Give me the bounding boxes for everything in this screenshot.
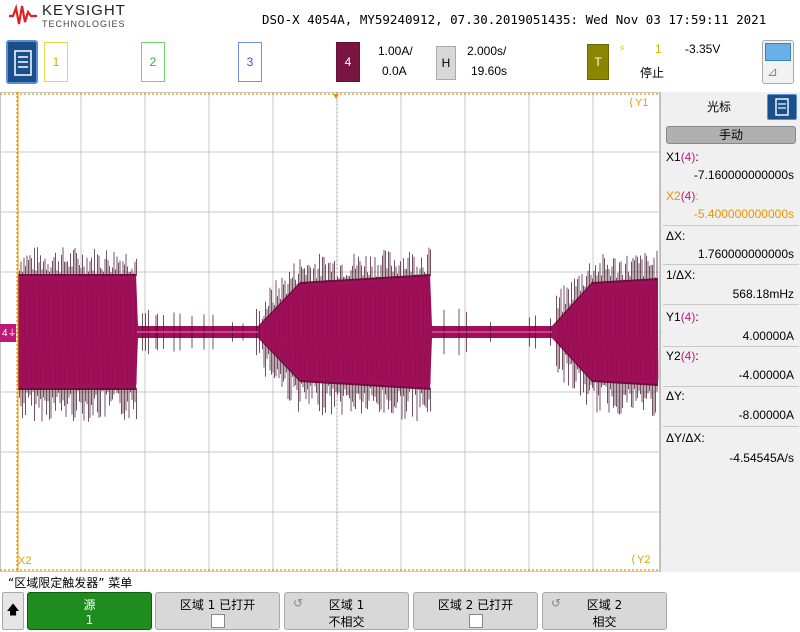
x2-label: X2(4): bbox=[666, 189, 699, 203]
up-arrow-icon: 🡅 bbox=[6, 603, 20, 618]
inv-dx-label: 1/ΔX: bbox=[666, 268, 696, 282]
menu-list-icon bbox=[14, 50, 32, 76]
panel-title: 光标 bbox=[706, 100, 731, 114]
inv-dx-value: 568.18mHz bbox=[732, 287, 794, 301]
trigger-edge-icon: ⸗ bbox=[620, 40, 624, 54]
panel-menu-button[interactable] bbox=[767, 94, 797, 120]
zone1-checkbox[interactable] bbox=[211, 614, 225, 628]
trigger-button[interactable]: T bbox=[587, 44, 609, 80]
instrument-title: DSO-X 4054A, MY59240912, 07.30.201905143… bbox=[262, 12, 767, 27]
softkey-value: 相交 bbox=[592, 615, 617, 629]
x2-marker: X2 bbox=[18, 555, 32, 567]
ch4-ground-marker[interactable]: 4⏚ bbox=[0, 324, 17, 342]
divider bbox=[663, 304, 799, 305]
x1-value: -7.160000000000s bbox=[693, 168, 794, 182]
horizontal-button[interactable]: H bbox=[436, 46, 456, 80]
softkey-value: 不相交 bbox=[328, 615, 365, 629]
trigger-level: -3.35V bbox=[685, 42, 721, 56]
divider bbox=[663, 386, 799, 387]
dx-value: 1.760000000000s bbox=[697, 247, 794, 261]
delta-icon: ⊿ bbox=[767, 65, 778, 80]
channel-4-button[interactable]: 4 bbox=[336, 42, 360, 82]
dydx-label: ΔY/ΔX: bbox=[666, 431, 705, 445]
ch4-waveform bbox=[17, 247, 659, 422]
dy-value: -8.00000A bbox=[738, 408, 794, 422]
horizontal-delay: 19.60s bbox=[471, 64, 508, 78]
ch4-offset: 0.0A bbox=[382, 64, 407, 78]
zone2-mode-softkey[interactable]: ↺ 区域 2 相交 bbox=[542, 592, 667, 630]
run-status: 停止 bbox=[640, 66, 665, 80]
keysight-wave-icon bbox=[9, 4, 37, 25]
softkey-label: 区域 2 已打开 bbox=[437, 598, 514, 612]
brand-name: KEYSIGHT bbox=[42, 2, 126, 19]
zone1-enable-softkey[interactable]: 区域 1 已打开 bbox=[155, 592, 280, 630]
brand-sub: TECHNOLOGIES bbox=[42, 19, 126, 29]
cursor-mode-select[interactable]: 手动 bbox=[666, 126, 796, 144]
softkey-label: 源 bbox=[83, 598, 96, 612]
y2-marker: ⟨ Y2 bbox=[631, 554, 651, 566]
x2-value: -5.400000000000s bbox=[693, 207, 794, 221]
channel-2-button[interactable]: 2 bbox=[141, 42, 165, 82]
divider bbox=[663, 225, 799, 226]
source-softkey[interactable]: 源 1 bbox=[27, 592, 152, 630]
zone2-enable-softkey[interactable]: 区域 2 已打开 bbox=[413, 592, 538, 630]
y2-value: -4.00000A bbox=[738, 368, 794, 382]
dx-label: ΔX: bbox=[666, 229, 686, 243]
channel-1-button[interactable]: 1 bbox=[44, 42, 68, 82]
waveform-svg bbox=[0, 92, 660, 572]
waveform-display[interactable]: ⟨ Y1 ⟨ Y2 X2 4⏚ bbox=[0, 92, 660, 572]
channel-3-button[interactable]: 3 bbox=[238, 42, 262, 82]
header: KEYSIGHT TECHNOLOGIES DSO-X 4054A, MY592… bbox=[0, 0, 800, 92]
zone1-mode-softkey[interactable]: ↺ 区域 1 不相交 bbox=[284, 592, 409, 630]
keysight-logo: KEYSIGHT TECHNOLOGIES bbox=[8, 2, 138, 32]
back-button[interactable]: 🡅 bbox=[2, 592, 24, 630]
divider bbox=[663, 346, 799, 347]
x1-label: X1(4): bbox=[666, 150, 699, 164]
cursor-panel: 光标 手动 X1(4): -7.160000000000s X2(4): -5.… bbox=[660, 92, 800, 572]
panel-menu-icon bbox=[775, 98, 789, 116]
horizontal-scale: 2.000s/ bbox=[467, 44, 507, 58]
y1-value: 4.00000A bbox=[742, 329, 794, 343]
softkey-menu-title: “区域限定触发器” 菜单 bbox=[8, 576, 133, 590]
softkey-label: 区域 1 已打开 bbox=[179, 598, 256, 612]
divider bbox=[663, 426, 799, 427]
trigger-time-marker-icon bbox=[333, 94, 339, 99]
softkey-label: 区域 1 bbox=[328, 598, 365, 612]
y2-label: Y2(4): bbox=[666, 349, 699, 363]
softkey-label: 区域 2 bbox=[586, 598, 623, 612]
main-menu-button[interactable] bbox=[6, 40, 38, 84]
trigger-source: 1 bbox=[655, 42, 662, 56]
divider bbox=[663, 264, 799, 265]
zone2-checkbox[interactable] bbox=[469, 614, 483, 628]
softkey-value: 1 bbox=[85, 613, 94, 627]
dy-label: ΔY: bbox=[666, 389, 685, 403]
ch4-scale: 1.00A/ bbox=[378, 44, 413, 58]
cursor-mode-button[interactable]: ⊿ bbox=[762, 40, 794, 84]
y1-label: Y1(4): bbox=[666, 310, 699, 324]
cursor-select-icon bbox=[765, 43, 791, 61]
y1-marker: ⟨ Y1 bbox=[629, 97, 649, 109]
dydx-value: -4.54545A/s bbox=[729, 451, 794, 465]
